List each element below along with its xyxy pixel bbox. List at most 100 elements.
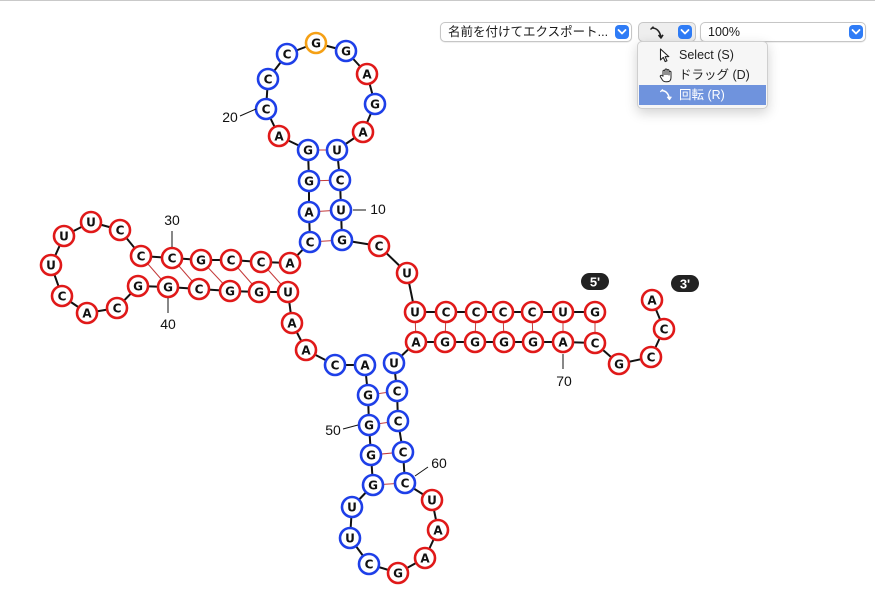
nucleotide[interactable]: U: [79, 210, 103, 234]
nucleotide[interactable]: U: [329, 198, 353, 222]
nucleotide[interactable]: C: [393, 471, 417, 495]
nucleotide[interactable]: G: [334, 39, 358, 63]
zoom-select[interactable]: 100%: [700, 22, 866, 42]
nucleotide-base-letter: C: [399, 445, 408, 459]
nucleotide-base-letter: G: [304, 174, 314, 188]
nucleotide[interactable]: U: [403, 300, 427, 324]
tool-mode-button[interactable]: [638, 22, 696, 42]
nucleotide[interactable]: G: [583, 300, 607, 324]
nucleotide[interactable]: A: [280, 311, 304, 335]
nucleotide-base-letter: C: [195, 282, 204, 296]
nucleotide[interactable]: G: [156, 275, 180, 299]
nucleotide[interactable]: C: [464, 300, 488, 324]
nucleotide-base-letter: C: [647, 350, 656, 364]
nucleotide[interactable]: C: [50, 284, 74, 308]
nucleotide-base-letter: A: [558, 335, 568, 349]
nucleotide-base-letter: G: [133, 279, 143, 293]
nucleotide[interactable]: U: [395, 261, 419, 285]
nucleotide[interactable]: U: [276, 280, 300, 304]
nucleotide[interactable]: A: [353, 353, 377, 377]
nucleotide[interactable]: A: [640, 288, 664, 312]
nucleotide[interactable]: A: [355, 62, 379, 86]
nucleotide[interactable]: G: [126, 274, 150, 298]
nucleotide[interactable]: G: [492, 330, 516, 354]
nucleotide[interactable]: C: [639, 345, 663, 369]
nucleotide[interactable]: C: [328, 168, 352, 192]
nucleotide[interactable]: C: [491, 300, 515, 324]
nucleotide[interactable]: G: [433, 330, 457, 354]
position-label: 50: [325, 422, 341, 438]
nucleotide[interactable]: G: [356, 383, 380, 407]
nucleotide[interactable]: G: [463, 330, 487, 354]
nucleotide-base-letter: C: [306, 235, 315, 249]
nucleotide[interactable]: U: [325, 138, 349, 162]
nucleotide[interactable]: A: [294, 338, 318, 362]
nucleotide[interactable]: G: [359, 443, 383, 467]
nucleotide[interactable]: C: [385, 379, 409, 403]
menu-item-select[interactable]: Select (S): [639, 45, 766, 65]
nucleotide[interactable]: C: [108, 218, 132, 242]
menu-item-drag[interactable]: ドラッグ (D): [639, 65, 766, 85]
nucleotide[interactable]: G: [189, 248, 213, 272]
nucleotide[interactable]: A: [351, 120, 375, 144]
nucleotide[interactable]: C: [386, 409, 410, 433]
nucleotide[interactable]: C: [652, 317, 676, 341]
nucleotide-base-letter: G: [303, 143, 313, 157]
nucleotide[interactable]: G: [218, 279, 242, 303]
nucleotide[interactable]: G: [297, 169, 321, 193]
nucleotide-base-letter: C: [257, 255, 266, 269]
nucleotide-base-letter: G: [499, 335, 509, 349]
nucleotide[interactable]: G: [357, 413, 381, 437]
nucleotide-base-letter: U: [345, 531, 355, 545]
nucleotide[interactable]: G: [296, 138, 320, 162]
nucleotide[interactable]: U: [551, 300, 575, 324]
nucleotide[interactable]: G: [607, 352, 631, 376]
five-prime-end-badge: 5': [581, 273, 609, 290]
nucleotide[interactable]: C: [275, 42, 299, 66]
nucleotide[interactable]: A: [413, 546, 437, 570]
nucleotide[interactable]: C: [256, 67, 280, 91]
nucleotide-base-letter: G: [614, 357, 624, 371]
nucleotide[interactable]: C: [160, 246, 184, 270]
position-label-tick: [342, 424, 359, 430]
nucleotide-base-letter: C: [168, 251, 177, 265]
nucleotide[interactable]: C: [219, 248, 243, 272]
nucleotide[interactable]: C: [254, 97, 278, 121]
nucleotide[interactable]: A: [297, 200, 321, 224]
nucleotide[interactable]: A: [426, 518, 450, 542]
nucleotide[interactable]: C: [520, 300, 544, 324]
position-label: 60: [431, 455, 447, 471]
nucleotide[interactable]: G: [363, 92, 387, 116]
nucleotide[interactable]: C: [187, 277, 211, 301]
nucleotide[interactable]: A: [278, 251, 302, 275]
nucleotide[interactable]: G: [361, 473, 385, 497]
nucleotide[interactable]: G: [330, 228, 354, 252]
nucleotide[interactable]: G: [386, 561, 410, 585]
nucleotide[interactable]: C: [367, 234, 391, 258]
nucleotide[interactable]: C: [583, 331, 607, 355]
nucleotide[interactable]: G: [521, 330, 545, 354]
nucleotide[interactable]: A: [404, 330, 428, 354]
nucleotide[interactable]: A: [75, 301, 99, 325]
nucleotide[interactable]: U: [382, 351, 406, 375]
nucleotide-base-letter: C: [264, 72, 273, 86]
nucleotide[interactable]: U: [338, 526, 362, 550]
nucleotide[interactable]: U: [39, 253, 63, 277]
nucleotide[interactable]: U: [420, 488, 444, 512]
nucleotide[interactable]: C: [434, 300, 458, 324]
nucleotide[interactable]: C: [249, 250, 273, 274]
nucleotide[interactable]: C: [357, 552, 381, 576]
nucleotide[interactable]: C: [298, 230, 322, 254]
nucleotide[interactable]: G: [247, 280, 271, 304]
nucleotide[interactable]: A: [267, 124, 291, 148]
nucleotide[interactable]: C: [129, 244, 153, 268]
nucleotide[interactable]: U: [52, 224, 76, 248]
nucleotide[interactable]: C: [391, 440, 415, 464]
nucleotide-base-letter: C: [499, 305, 508, 319]
nucleotide[interactable]: C: [323, 353, 347, 377]
nucleotide[interactable]: A: [551, 330, 575, 354]
export-select[interactable]: 名前を付けてエクスポート...: [440, 22, 632, 42]
nucleotide[interactable]: U: [340, 495, 364, 519]
nucleotide[interactable]: C: [105, 296, 129, 320]
menu-item-rotate[interactable]: 回転 (R): [639, 85, 766, 105]
